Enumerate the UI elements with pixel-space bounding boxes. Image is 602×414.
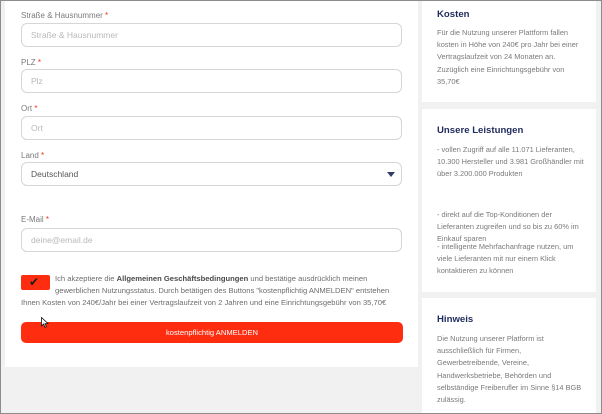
hinweis-card: Hinweis Die Nutzung unserer Platform ist… [422,298,596,413]
leistungen-item: - intelligente Mehrfachanfrage nutzen, u… [437,242,574,276]
ort-label: Ort * [21,104,38,113]
street-label: Straße & Hausnummer * [21,11,109,20]
registration-form: Straße & Hausnummer * Straße & Hausnumme… [5,1,418,367]
leistungen-card: Unsere Leistungen - vollen Zugriff auf a… [422,109,596,292]
hinweis-text: Die Nutzung unserer Platform ist ausschl… [437,334,582,405]
checkmark-icon: ✔ [29,275,40,289]
chevron-down-icon [387,172,395,177]
terms-text: Ich akzeptiere die Allgemeinen Geschäfts… [21,274,390,307]
plz-label: PLZ * [21,58,42,67]
hinweis-title: Hinweis [437,314,474,325]
terms-link[interactable]: Allgemeinen Geschäftsbedingungen [117,274,249,283]
land-select[interactable]: Deutschland [21,162,402,186]
kosten-text: Für die Nutzung unserer Plattform fallen… [437,28,579,86]
terms-checkbox[interactable]: ✔ [21,275,50,290]
kosten-card: Kosten Für die Nutzung unserer Plattform… [422,1,596,102]
mouse-cursor-icon [41,317,49,328]
plz-input[interactable]: Plz [21,69,402,93]
email-input[interactable]: deine@email.de [21,228,402,252]
ort-input[interactable]: Ort [21,116,402,140]
register-button[interactable]: kostenpflichtig ANMELDEN [21,322,403,343]
leistungen-title: Unsere Leistungen [437,125,524,136]
browser-viewport: Straße & Hausnummer * Straße & Hausnumme… [0,0,602,414]
kosten-title: Kosten [437,9,470,20]
land-label: Land * [21,151,45,160]
email-label: E-Mail * [21,215,50,224]
leistungen-item: - vollen Zugriff auf alle 11.071 Liefera… [437,145,584,179]
street-input[interactable]: Straße & Hausnummer [21,23,402,47]
